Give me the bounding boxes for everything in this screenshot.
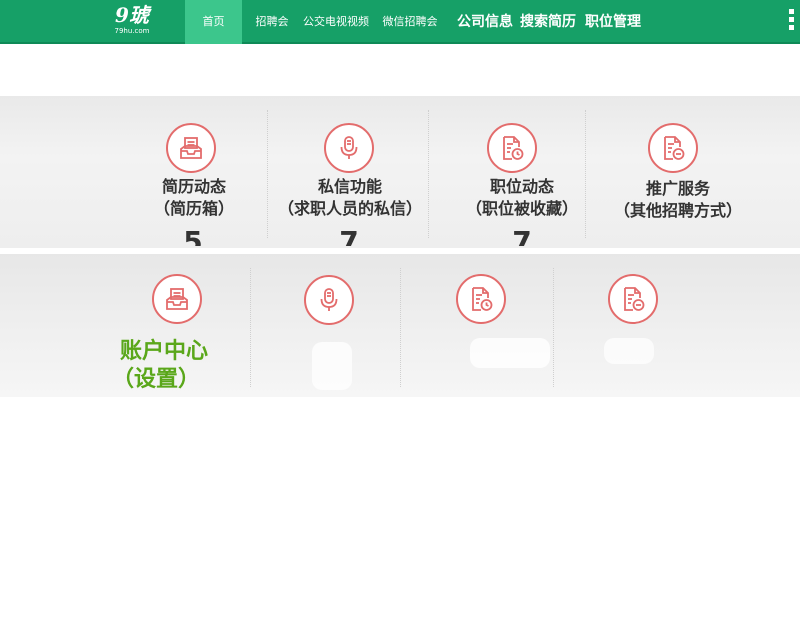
resume-tray-icon[interactable] <box>166 123 216 173</box>
card-title: 推广服务 <box>645 179 710 198</box>
microphone-icon[interactable] <box>324 123 374 173</box>
nav-wechat-job-fair[interactable]: 微信招聘会 <box>380 0 440 44</box>
job-favorite-count: 7 <box>512 228 532 246</box>
overlay-smudge <box>312 342 352 390</box>
card-title: 职位动态 <box>489 177 554 196</box>
card-title: 简历动态 <box>161 177 226 196</box>
card-subtitle: （求职人员的私信） <box>277 199 422 218</box>
site-logo[interactable]: 9琥 79hu.com <box>104 3 160 41</box>
document-search-icon[interactable] <box>608 274 658 324</box>
card-promotion-service[interactable]: 推广服务 （其他招聘方式） <box>596 178 760 222</box>
resume-count: 5 <box>183 228 203 246</box>
top-nav-bar: 9琥 79hu.com 首页 招聘会 公交电视视频 微信招聘会 公司信息 搜索简… <box>0 0 800 44</box>
card-subtitle: （其他招聘方式） <box>613 201 742 220</box>
more-menu-icon[interactable] <box>786 6 796 36</box>
divider <box>553 268 554 387</box>
card-private-message[interactable]: 私信功能 （求职人员的私信） <box>258 176 442 220</box>
card-subtitle: （职位被收藏） <box>465 199 578 218</box>
logo-text: 9琥 <box>115 3 149 27</box>
nav-job-management[interactable]: 职位管理 <box>582 0 644 44</box>
account-center-title: 账户中心 <box>120 339 209 364</box>
nav-bus-tv-video[interactable]: 公交电视视频 <box>302 0 370 44</box>
account-center-subtitle: （设置） <box>112 367 201 392</box>
message-count: 7 <box>339 228 359 246</box>
card-title: 私信功能 <box>317 177 382 196</box>
account-panel: 账户中心 （设置） <box>0 254 800 397</box>
card-subtitle: （简历箱） <box>153 199 234 218</box>
dashboard-panel: 简历动态 （简历箱） 5 私信功能 （求职人员的私信） 7 职位动态 （职位被收… <box>0 96 800 248</box>
resume-tray-icon[interactable] <box>152 274 202 324</box>
logo-domain: 79hu.com <box>114 27 150 35</box>
divider <box>400 268 401 387</box>
overlay-smudge <box>604 338 654 364</box>
card-resume-activity[interactable]: 简历动态 （简历箱） <box>130 176 258 220</box>
account-center-link[interactable]: 账户中心 （设置） <box>112 338 252 394</box>
nav-search-resume[interactable]: 搜索简历 <box>517 0 579 44</box>
nav-company-info[interactable]: 公司信息 <box>454 0 516 44</box>
nav-home[interactable]: 首页 <box>185 0 242 44</box>
microphone-icon[interactable] <box>304 275 354 325</box>
nav-job-fair[interactable]: 招聘会 <box>252 0 292 44</box>
document-clock-icon[interactable] <box>456 274 506 324</box>
card-job-activity[interactable]: 职位动态 （职位被收藏） <box>450 176 594 220</box>
document-search-icon[interactable] <box>648 123 698 173</box>
overlay-smudge <box>470 338 550 368</box>
document-clock-icon[interactable] <box>487 123 537 173</box>
